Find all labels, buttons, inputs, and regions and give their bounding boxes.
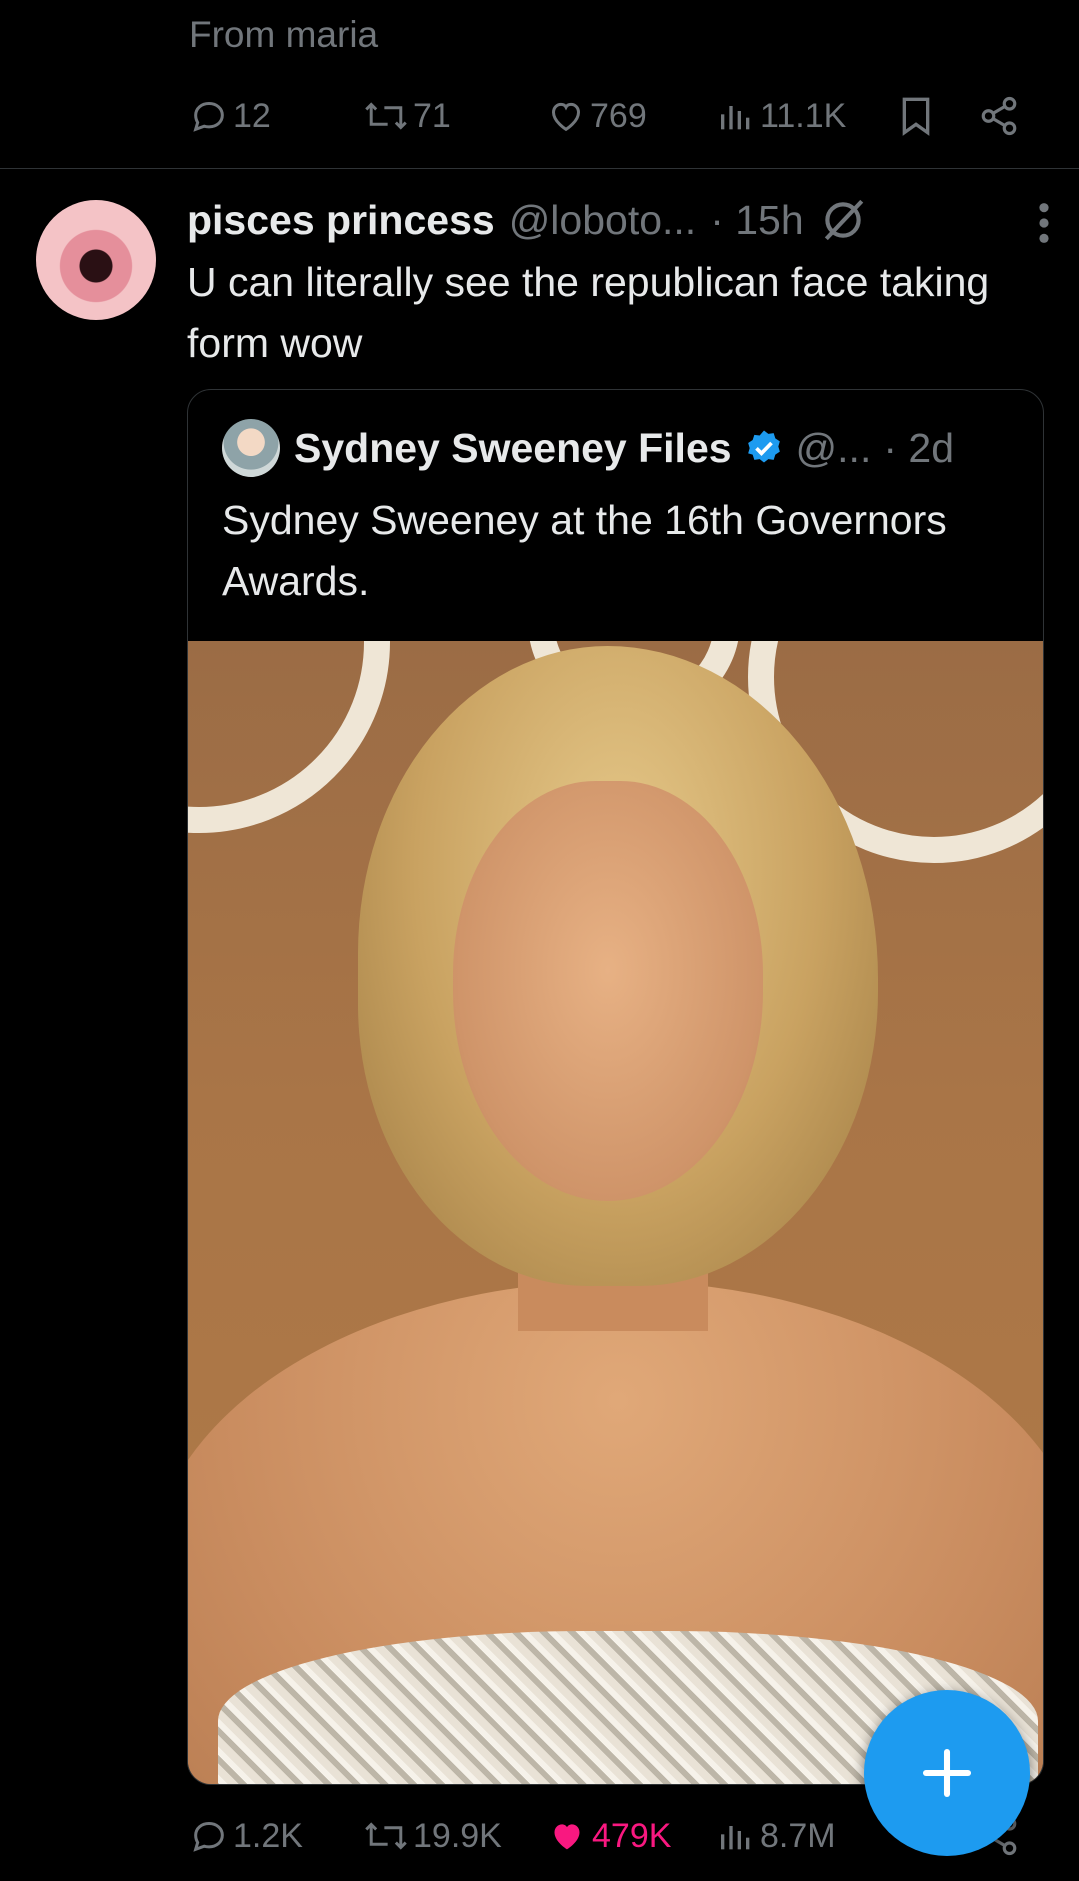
quoted-user-handle: @...: [795, 424, 872, 471]
from-line: From maria: [189, 14, 379, 55]
quoted-tweet-header: Sydney Sweeney Files @... · 2d: [222, 419, 954, 477]
quoted-tweet-photo[interactable]: [188, 641, 1043, 1784]
reply-button[interactable]: 1.2K: [189, 1808, 303, 1864]
bookmark-icon: [902, 97, 930, 136]
reply-count: 1.2K: [233, 1817, 303, 1855]
repost-icon: [365, 102, 407, 130]
grok-icon[interactable]: [818, 195, 868, 245]
repost-button[interactable]: 19.9K: [363, 1808, 502, 1864]
like-count: 769: [590, 97, 647, 135]
views-count: 8.7M: [760, 1817, 836, 1855]
views-icon: [721, 1826, 750, 1850]
repost-button[interactable]: 71: [363, 88, 451, 144]
quoted-tweet-text: Sydney Sweeney at the 16th Governors Awa…: [222, 497, 947, 604]
user-handle[interactable]: @loboto...: [509, 197, 697, 244]
bookmark-button[interactable]: [896, 88, 936, 144]
photo-face: [453, 781, 763, 1201]
tweet-divider: [0, 168, 1079, 169]
repost-count: 19.9K: [413, 1817, 502, 1855]
more-options-icon[interactable]: [1029, 200, 1059, 246]
plus-icon: [922, 1748, 972, 1798]
reply-icon: [193, 101, 224, 132]
share-button[interactable]: [978, 88, 1020, 144]
like-button[interactable]: 479K: [546, 1808, 671, 1864]
tweet-text: U can literally see the republican face …: [187, 259, 990, 366]
like-count: 479K: [592, 1817, 672, 1855]
views-button[interactable]: 8.7M: [716, 1808, 836, 1864]
avatar[interactable]: [36, 200, 156, 320]
backdrop-ring: [188, 641, 390, 833]
quoted-tweet-time: · 2d: [883, 424, 954, 471]
views-button[interactable]: 11.1K: [716, 88, 846, 144]
previous-tweet-action-bar: 12 71 769 11.1K: [189, 88, 1059, 144]
quoted-avatar: [222, 419, 280, 477]
repost-icon: [365, 1822, 407, 1850]
views-icon: [721, 106, 750, 130]
like-button[interactable]: 769: [546, 88, 647, 144]
views-count: 11.1K: [760, 97, 847, 135]
tweet-header: pisces princess @loboto... · 15h: [187, 192, 1059, 248]
reply-button[interactable]: 12: [189, 88, 271, 144]
verified-badge-icon: [747, 430, 780, 463]
reply-icon: [193, 1821, 224, 1852]
repost-count: 71: [413, 97, 451, 135]
quoted-tweet-card[interactable]: Sydney Sweeney Files @... · 2d Sydney Sw…: [187, 389, 1044, 1785]
quoted-display-name: Sydney Sweeney Files: [294, 424, 732, 471]
compose-fab-button[interactable]: [864, 1690, 1030, 1856]
tweet-time[interactable]: · 15h: [710, 197, 803, 244]
heart-filled-icon: [554, 1824, 580, 1850]
reply-count: 12: [233, 97, 271, 135]
heart-icon: [551, 102, 581, 132]
share-icon: [981, 96, 1017, 136]
display-name[interactable]: pisces princess: [187, 197, 495, 244]
